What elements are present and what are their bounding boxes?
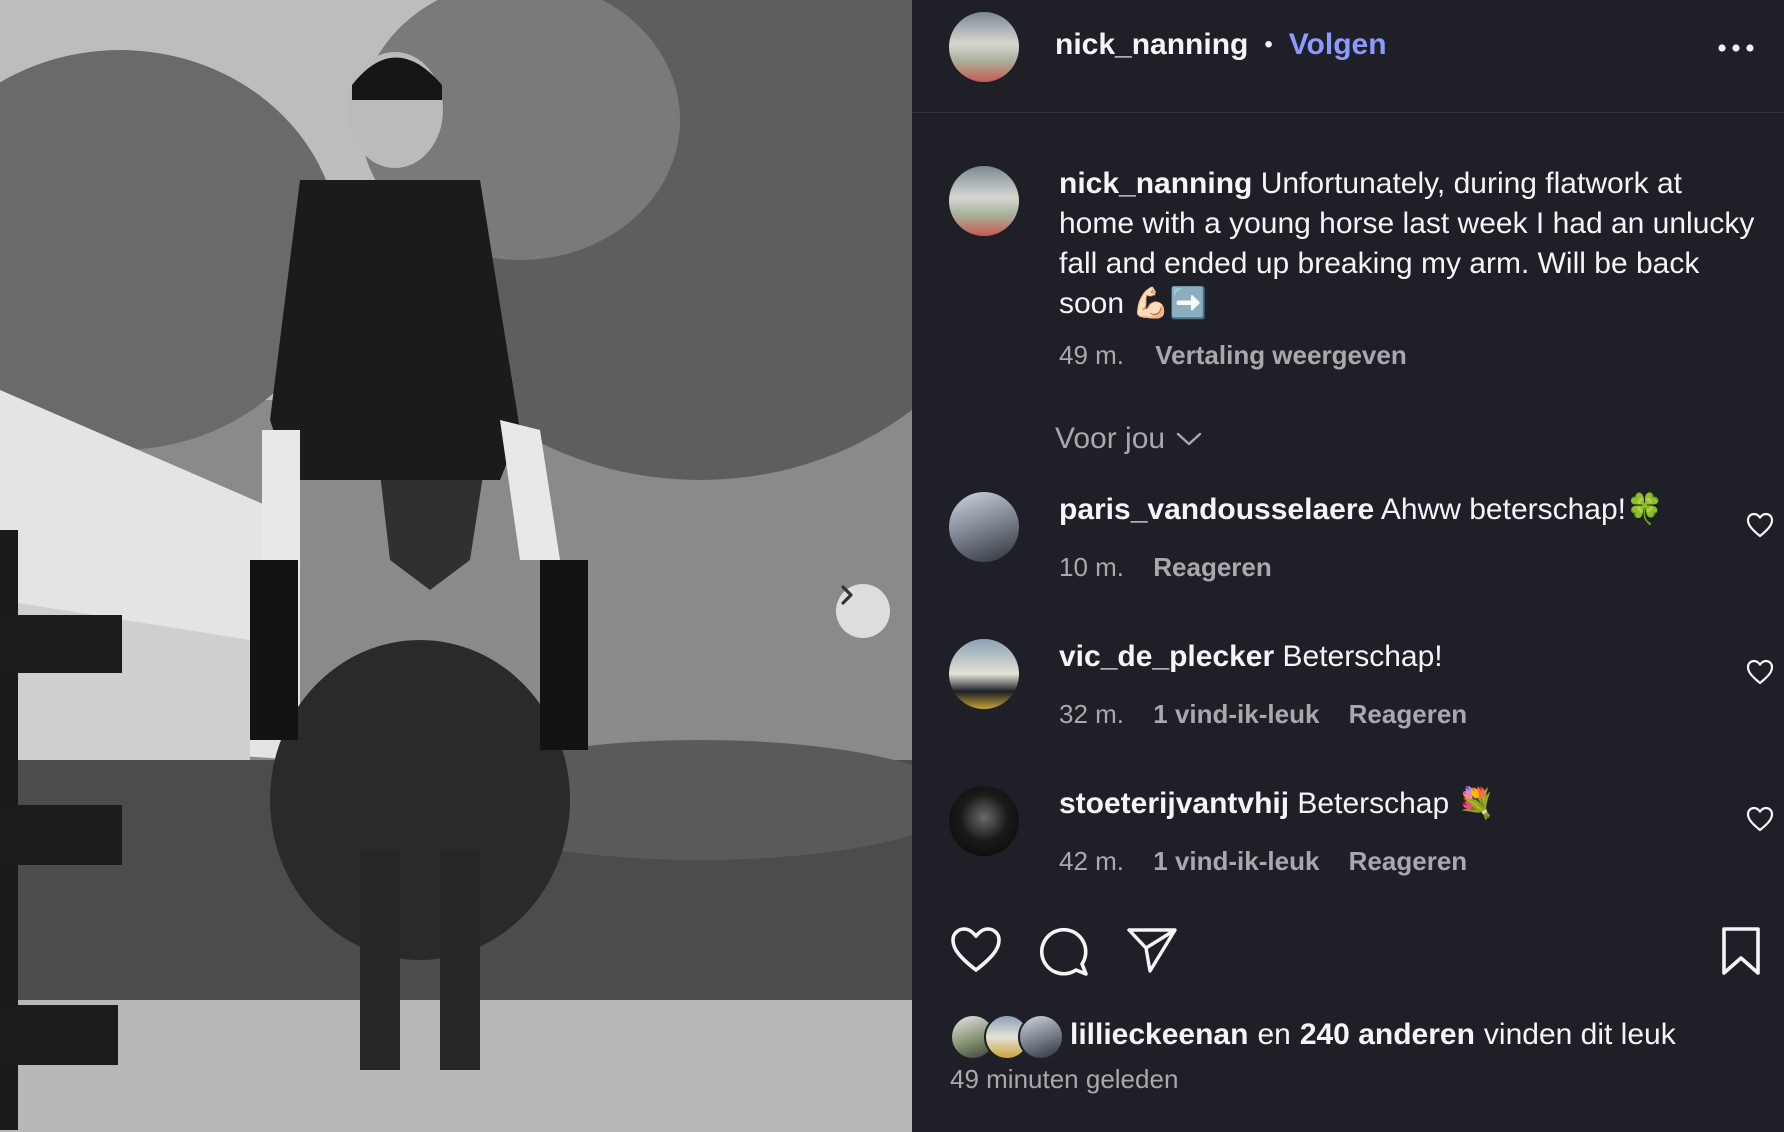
others-count[interactable]: 240 anderen [1300, 1018, 1475, 1052]
commenter-avatar[interactable] [949, 492, 1019, 562]
comment-text: Beterschap 💐 [1297, 787, 1495, 820]
comment-meta: 42 m. 1 vind-ik-leuk Reageren [1059, 846, 1489, 877]
likes-connector: en [1257, 1018, 1291, 1051]
more-options-button[interactable] [1712, 24, 1760, 72]
separator-dot: • [1264, 31, 1273, 58]
comment-heart-icon[interactable] [1746, 512, 1774, 538]
likes-suffix: vinden dit leuk [1483, 1018, 1676, 1051]
liker-avatar [1018, 1014, 1064, 1060]
comment-heart-icon[interactable] [1746, 806, 1774, 832]
liker-avatars [950, 1012, 1064, 1060]
caption-meta: 49 m. Vertaling weergeven [1059, 340, 1407, 371]
comment-reply-link[interactable]: Reageren [1349, 699, 1468, 729]
caption-time: 49 m. [1059, 340, 1125, 370]
post-side-panel: nick_nanning • Volgen nick_nanning Unfor… [912, 0, 1784, 1132]
comment-time: 42 m. [1059, 846, 1125, 876]
post-photo [0, 0, 912, 1132]
translate-link[interactable]: Vertaling weergeven [1155, 340, 1406, 370]
comment-likes-count[interactable]: 1 vind-ik-leuk [1153, 699, 1319, 729]
comment-filter-label: Voor jou [1055, 422, 1166, 455]
comment-item: stoeterijvantvhij Beterschap 💐 42 m. 1 v… [912, 784, 1784, 894]
author-username[interactable]: nick_nanning [1055, 28, 1248, 62]
comment-meta: 10 m. Reageren [1059, 552, 1294, 583]
comment-heart-icon[interactable] [1746, 659, 1774, 685]
commenter-avatar[interactable] [949, 786, 1019, 856]
comment-reply-link[interactable]: Reageren [1153, 552, 1272, 582]
post-action-bar [950, 926, 1762, 980]
more-horizontal-icon [1718, 44, 1754, 52]
send-icon[interactable] [1126, 926, 1178, 974]
comment-reply-link[interactable]: Reageren [1349, 846, 1468, 876]
comment-username[interactable]: vic_de_plecker [1059, 640, 1274, 673]
heart-icon[interactable] [950, 926, 1002, 974]
post-caption: nick_nanning Unfortunately, during flatw… [1059, 164, 1759, 324]
comment-time: 10 m. [1059, 552, 1125, 582]
comment-username[interactable]: stoeterijvantvhij [1059, 787, 1289, 820]
chevron-down-icon [1176, 432, 1202, 446]
chevron-right-icon [841, 585, 853, 605]
comment-body: vic_de_plecker Beterschap! [1059, 637, 1443, 677]
comment-time: 32 m. [1059, 699, 1125, 729]
first-liker[interactable]: lillieckeenan [1070, 1018, 1248, 1052]
comment-username[interactable]: paris_vandousselaere [1059, 493, 1374, 526]
rider-on-horse-photo [0, 0, 912, 1132]
comment-item: vic_de_plecker Beterschap! 32 m. 1 vind-… [912, 637, 1784, 747]
caption-author-avatar[interactable] [949, 166, 1019, 236]
comment-body: stoeterijvantvhij Beterschap 💐 [1059, 784, 1495, 824]
comment-body: paris_vandousselaere Ahww beterschap!🍀 [1059, 490, 1663, 530]
comment-likes-count[interactable]: 1 vind-ik-leuk [1153, 846, 1319, 876]
comment-meta: 32 m. 1 vind-ik-leuk Reageren [1059, 699, 1489, 730]
comment-filter-dropdown[interactable]: Voor jou [1055, 422, 1203, 456]
post-header: nick_nanning • Volgen [912, 0, 1784, 113]
comment-text: Beterschap! [1282, 640, 1443, 673]
post-timestamp: 49 minuten geleden [950, 1064, 1179, 1094]
likes-summary[interactable]: lillieckeenan en 240 anderen vinden dit … [950, 1012, 1676, 1060]
commenter-avatar[interactable] [949, 639, 1019, 709]
comment-text: Ahww beterschap!🍀 [1380, 493, 1664, 526]
author-avatar[interactable] [949, 12, 1019, 82]
caption-username[interactable]: nick_nanning [1059, 167, 1252, 200]
comment-icon[interactable] [1038, 926, 1090, 978]
next-photo-button[interactable] [836, 584, 890, 638]
comment-item: paris_vandousselaere Ahww beterschap!🍀 1… [912, 490, 1784, 600]
follow-button[interactable]: Volgen [1289, 28, 1387, 62]
bookmark-icon[interactable] [1720, 926, 1762, 976]
